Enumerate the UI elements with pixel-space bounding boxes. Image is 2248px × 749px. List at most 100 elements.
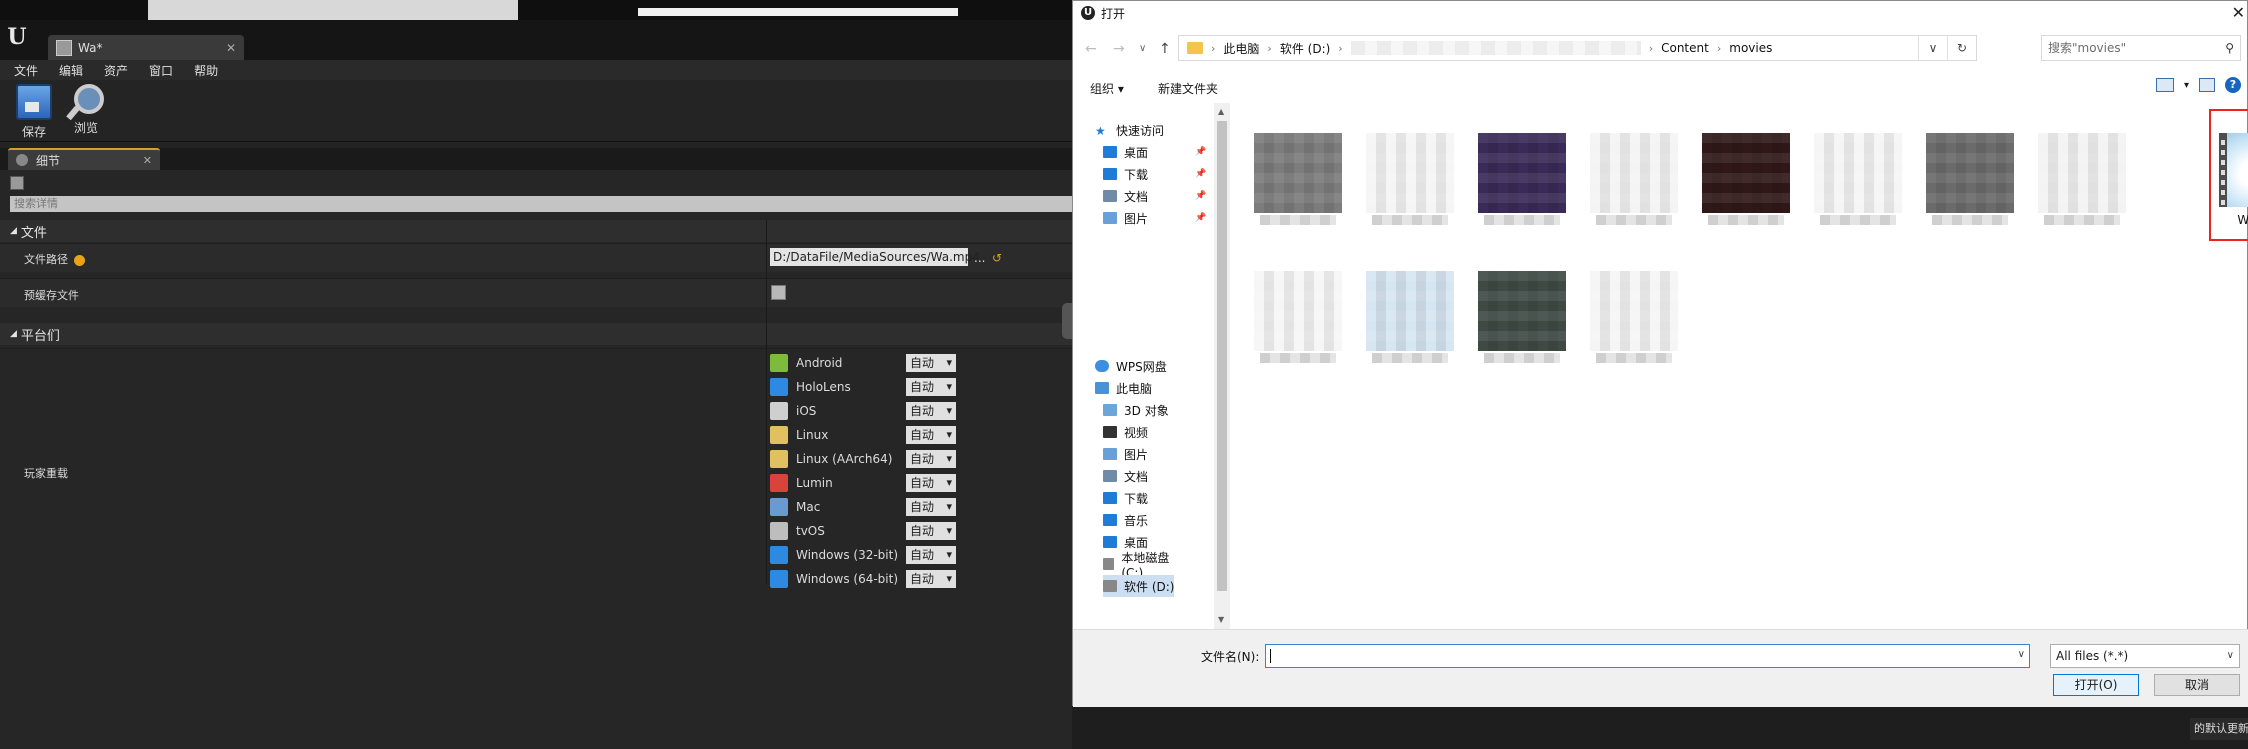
- scroll-thumb[interactable]: [1217, 121, 1227, 591]
- tree-pc-item[interactable]: 视频: [1103, 421, 1148, 443]
- menu-edit[interactable]: 编辑: [59, 62, 83, 79]
- tree-quick-item[interactable]: 桌面 📌: [1103, 141, 1206, 163]
- file-item[interactable]: [1688, 133, 1800, 245]
- player-select[interactable]: 自动: [906, 402, 956, 420]
- tree-pc-item[interactable]: 音乐: [1103, 509, 1148, 531]
- menu-help[interactable]: 帮助: [194, 62, 218, 79]
- player-select[interactable]: 自动: [906, 546, 956, 564]
- platform-name: tvOS: [796, 524, 825, 538]
- details-search-input[interactable]: 搜索详情: [10, 196, 1072, 212]
- file-item[interactable]: [1240, 133, 1352, 245]
- tree-pc-item[interactable]: 图片: [1103, 443, 1148, 465]
- file-name-redacted: [1260, 215, 1336, 225]
- tree-pc-item[interactable]: 文档: [1103, 465, 1148, 487]
- preview-pane-icon[interactable]: [2199, 78, 2215, 92]
- lock-icon[interactable]: [10, 176, 24, 190]
- tree-label: 图片: [1124, 447, 1149, 462]
- close-tab-icon[interactable]: ✕: [226, 41, 236, 55]
- file-item[interactable]: [1576, 271, 1688, 383]
- player-select[interactable]: 自动: [906, 378, 956, 396]
- forward-arrow-icon[interactable]: →: [1113, 41, 1125, 57]
- file-item[interactable]: [1800, 133, 1912, 245]
- file-item[interactable]: [1912, 133, 2024, 245]
- close-icon[interactable]: ✕: [2232, 3, 2245, 22]
- save-button[interactable]: 保存: [10, 84, 58, 140]
- menu-bar: 文件 编辑 资产 窗口 帮助: [0, 60, 1072, 80]
- tree-quick-item[interactable]: 下载 📌: [1103, 163, 1206, 185]
- tree-pc-item[interactable]: 下载: [1103, 487, 1148, 509]
- player-select[interactable]: 自动: [906, 474, 956, 492]
- up-arrow-icon[interactable]: ↑: [1159, 41, 1171, 57]
- breadcrumb-movies[interactable]: movies: [1729, 41, 1772, 55]
- tree-quick-item[interactable]: 文档 📌: [1103, 185, 1206, 207]
- save-icon: [16, 84, 52, 120]
- menu-asset[interactable]: 资产: [104, 62, 128, 79]
- recent-chevron-icon[interactable]: ∨: [1139, 43, 1146, 54]
- file-path-field[interactable]: D:/DataFile/MediaSources/Wa.mp4: [770, 248, 980, 266]
- chevron-right-icon: ›: [1211, 41, 1216, 55]
- address-dropdown-icon[interactable]: ∨: [1918, 36, 1947, 60]
- breadcrumb-drive-d[interactable]: 软件 (D:): [1280, 40, 1330, 57]
- menu-file[interactable]: 文件: [14, 62, 38, 79]
- file-item[interactable]: [1464, 271, 1576, 383]
- file-item[interactable]: [2024, 133, 2136, 245]
- file-name-redacted: [2044, 215, 2120, 225]
- platform-icon: [770, 522, 788, 540]
- player-select[interactable]: 自动: [906, 498, 956, 516]
- player-select[interactable]: 自动: [906, 570, 956, 588]
- tree-pc-item[interactable]: 3D 对象: [1103, 399, 1169, 421]
- file-item[interactable]: [1576, 133, 1688, 245]
- close-details-icon[interactable]: ✕: [143, 154, 152, 167]
- file-item[interactable]: [1240, 271, 1352, 383]
- filetype-select[interactable]: All files (*.*) ∨: [2050, 644, 2240, 668]
- browse-path-button[interactable]: ...: [974, 252, 985, 264]
- details-tab[interactable]: 细节 ✕: [8, 148, 160, 170]
- breadcrumb-content[interactable]: Content: [1661, 41, 1709, 55]
- scroll-up-icon[interactable]: ▲: [1218, 107, 1224, 116]
- file-item-wa-mp4[interactable]: Wa.mp4: [2209, 109, 2248, 241]
- folder-icon: [1103, 212, 1117, 224]
- back-arrow-icon[interactable]: ←: [1085, 41, 1097, 57]
- file-item[interactable]: [1352, 133, 1464, 245]
- panel-resize-handle[interactable]: [1062, 303, 1072, 339]
- menu-window[interactable]: 窗口: [149, 62, 173, 79]
- tree-quick-access[interactable]: ★ 快速访问: [1095, 119, 1164, 141]
- category-platforms[interactable]: ◢ 平台们: [0, 323, 1072, 345]
- reset-path-icon[interactable]: ↺: [992, 252, 1002, 264]
- file-item[interactable]: [1464, 133, 1576, 245]
- refresh-icon[interactable]: ↻: [1947, 36, 1976, 60]
- browse-button[interactable]: 浏览: [62, 84, 110, 140]
- chevron-down-icon[interactable]: ∨: [2018, 649, 2025, 660]
- help-icon[interactable]: ?: [2225, 77, 2241, 93]
- view-mode-icon[interactable]: [2155, 78, 2174, 92]
- category-file[interactable]: ◢ 文件: [0, 220, 1072, 242]
- player-select[interactable]: 自动: [906, 426, 956, 444]
- document-tab[interactable]: Wa* ✕: [48, 35, 244, 60]
- organize-menu[interactable]: 组织 ▾: [1090, 80, 1124, 97]
- tree-this-pc[interactable]: 此电脑: [1095, 377, 1152, 399]
- tree-quick-item[interactable]: 图片 📌: [1103, 207, 1206, 229]
- search-placeholder: 搜索"movies": [2048, 41, 2127, 55]
- folder-icon: [1103, 146, 1117, 158]
- filename-input[interactable]: ∨: [1265, 644, 2030, 668]
- column-splitter[interactable]: [766, 220, 767, 584]
- open-button[interactable]: 打开(O): [2053, 674, 2139, 696]
- tree-wps[interactable]: WPS网盘: [1095, 355, 1167, 377]
- breadcrumb-this-pc[interactable]: 此电脑: [1223, 40, 1259, 57]
- player-select[interactable]: 自动: [906, 522, 956, 540]
- search-input[interactable]: 搜索"movies" ⚲: [2041, 35, 2241, 61]
- media-source-icon: [56, 39, 72, 56]
- new-folder-button[interactable]: 新建文件夹: [1158, 80, 1218, 97]
- tree-scrollbar[interactable]: ▲ ▼: [1214, 103, 1230, 629]
- platform-name: Mac: [796, 500, 821, 514]
- tree-pc-item[interactable]: 本地磁盘 (C:): [1103, 551, 1181, 580]
- cancel-button[interactable]: 取消: [2154, 674, 2240, 696]
- player-select[interactable]: 自动: [906, 354, 956, 372]
- precache-checkbox[interactable]: [771, 285, 786, 300]
- scroll-down-icon[interactable]: ▼: [1218, 615, 1224, 624]
- tree-pc-item[interactable]: 软件 (D:): [1103, 575, 1175, 597]
- player-select[interactable]: 自动: [906, 450, 956, 468]
- view-dropdown-icon[interactable]: ▾: [2184, 80, 2189, 91]
- address-bar[interactable]: › 此电脑 › 软件 (D:) › › Content › movies ∨ ↻: [1178, 35, 1977, 61]
- file-item[interactable]: [1352, 271, 1464, 383]
